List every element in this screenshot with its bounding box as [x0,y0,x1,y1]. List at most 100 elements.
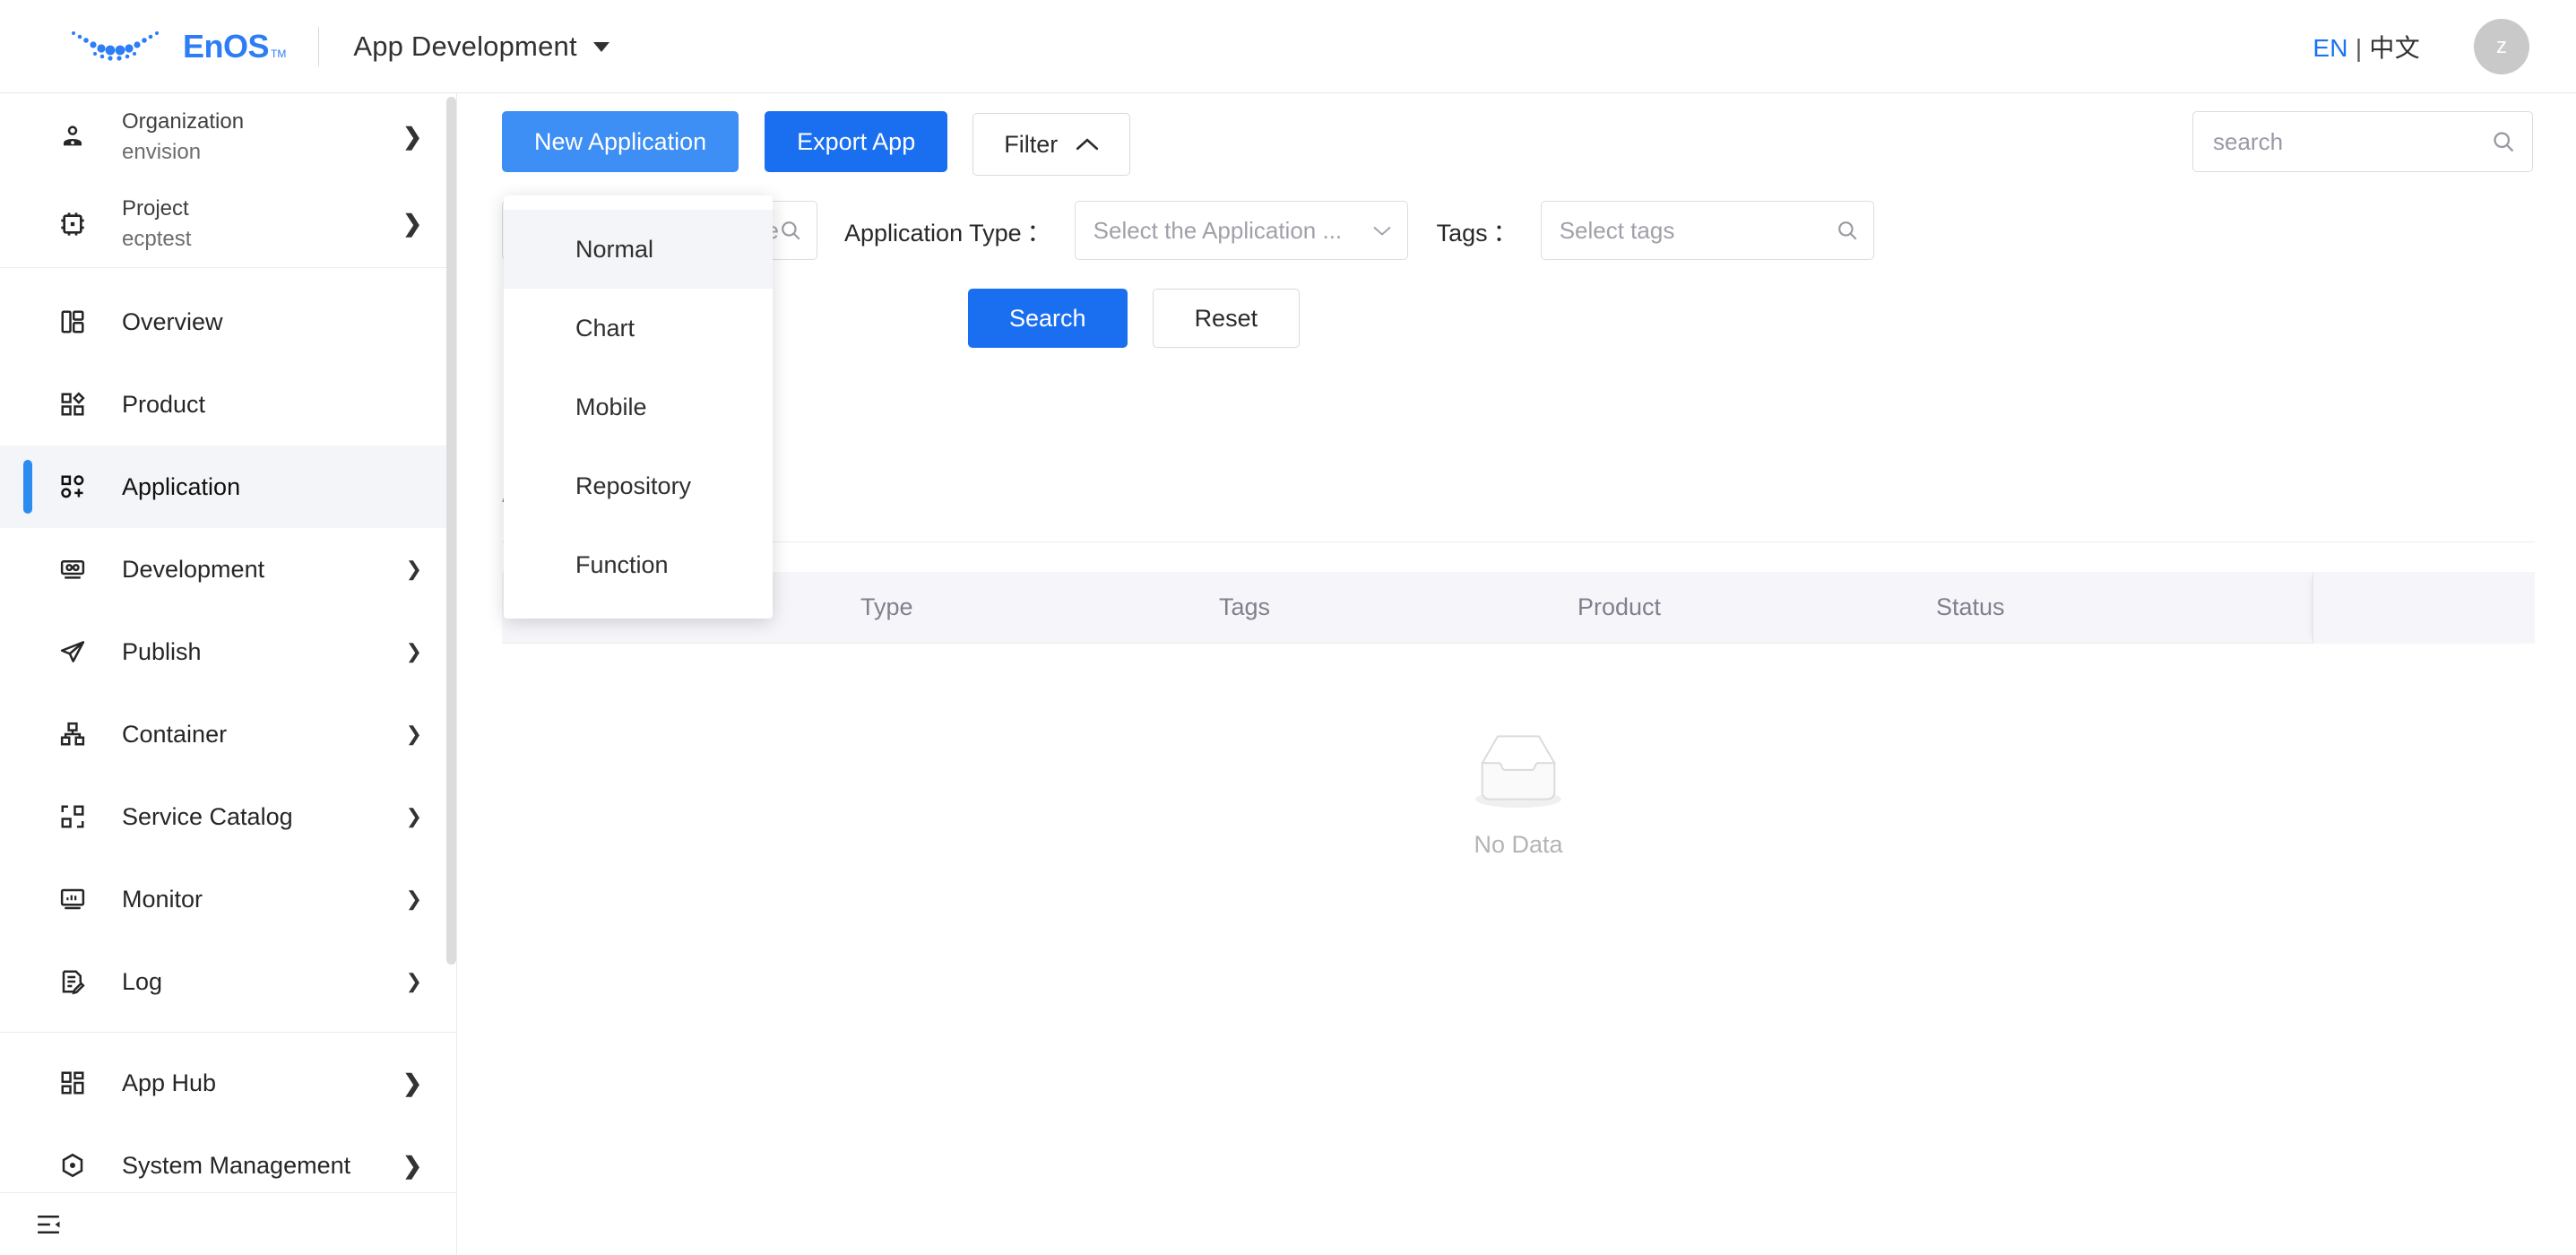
trademark-icon: TM [271,47,287,60]
menu-item-function[interactable]: Function [504,525,773,604]
empty-state-text: No Data [1474,830,1563,858]
application-toolbar: New Application Export App Filter [502,111,1131,176]
chevron-down-icon[interactable] [1371,223,1393,238]
reset-button[interactable]: Reset [1152,289,1301,348]
application-icon [56,473,90,500]
tags-label: Tags： [1437,213,1521,248]
main-content: New Application Export App Filter search… [458,93,2576,1255]
tags-label-text: Tags [1436,219,1488,247]
sidebar-item-label: Product [122,390,206,418]
tags-select[interactable]: Select tags [1540,201,1874,260]
sidebar-item-service-catalog[interactable]: Service Catalog ❯ [0,775,456,858]
filter-panel: Please enter the product name Applicatio… [502,194,2535,463]
filter-button[interactable]: Filter [972,113,1131,176]
chevron-down-icon: ❯ [405,805,422,827]
language-switcher[interactable]: EN | 中文 [2312,29,2420,65]
sidebar-item-development[interactable]: Development ❯ [0,528,456,610]
avatar-initial: z [2496,33,2507,58]
column-header-action [2312,571,2535,644]
sidebar-item-overview[interactable]: Overview [0,281,456,363]
dashboard-icon [56,308,90,335]
sidebar-item-label: Application [122,472,241,500]
log-icon [56,968,90,995]
sidebar-organization-selector[interactable]: Organization envision ❯ [0,93,456,180]
product-icon [56,391,90,418]
column-header-tags: Tags [1219,593,1271,620]
menu-item-chart[interactable]: Chart [504,289,773,368]
chevron-right-icon: ❯ [402,123,422,150]
chevron-right-icon: ❯ [402,1069,422,1096]
app-switcher[interactable]: App Development [353,30,610,63]
sidebar-item-label: App Hub [122,1069,217,1096]
sidebar: Organization envision ❯ Project ecptest … [0,93,457,1255]
menu-item-normal[interactable]: Normal [504,210,773,289]
avatar[interactable]: z [2474,18,2529,74]
menu-item-repository[interactable]: Repository [504,446,773,525]
sidebar-item-label: Monitor [122,885,203,913]
search-input[interactable]: search [2213,128,2491,156]
chevron-right-icon: ❯ [402,210,422,237]
sidebar-item-label: Development [122,555,265,583]
sidebar-scrollbar[interactable] [446,97,456,965]
export-app-button[interactable]: Export App [765,111,948,172]
filter-button-label: Filter [1004,130,1059,158]
new-application-dropdown: Normal Chart Mobile Repository Function [504,195,773,619]
tags-colon: ： [1492,219,1517,247]
menu-item-mobile[interactable]: Mobile [504,368,773,446]
enos-logo-mark [72,30,159,61]
top-header: EnOS TM App Development EN | 中文 z [0,0,2576,93]
application-type-label: Application Type： [844,213,1055,248]
chevron-down-icon: ❯ [405,970,422,992]
sidebar-item-label: Container [122,720,228,748]
search-icon[interactable] [779,219,802,242]
publish-icon [56,638,90,665]
sidebar-item-monitor[interactable]: Monitor ❯ [0,858,456,940]
search-icon[interactable] [2491,129,2516,154]
sidebar-item-label: Publish [122,637,202,665]
chevron-up-icon [1076,137,1099,151]
tags-placeholder: Select tags [1559,216,1675,244]
monitor-icon [56,886,90,913]
container-icon [56,721,90,748]
header-divider [318,26,320,66]
service-catalog-icon [56,803,90,830]
language-en[interactable]: EN [2312,34,2348,62]
application-type-select[interactable]: Select the Application ... [1074,201,1408,260]
page-title: App Development [353,30,577,62]
applications-table: Name Type Tags Product Status No Data [502,571,2535,939]
sidebar-item-log[interactable]: Log ❯ [0,940,456,1023]
sidebar-project-label: Project [122,196,189,221]
app-hub-icon [56,1069,90,1096]
sidebar-item-publish[interactable]: Publish ❯ [0,610,456,693]
filter-actions-row: Search Reset [968,289,1301,348]
user-icon [56,123,90,151]
sidebar-context-group: Organization envision ❯ Project ecptest … [0,93,456,268]
language-zh[interactable]: 中文 [2369,34,2420,62]
empty-box-icon [1463,725,1574,811]
search-icon[interactable] [1836,219,1859,242]
application-type-colon: ： [1026,219,1051,247]
system-management-icon [56,1152,90,1179]
sidebar-item-application[interactable]: Application [0,446,456,528]
enos-logo-text: EnOS [183,27,270,65]
chevron-down-icon: ❯ [405,640,422,662]
sidebar-item-product[interactable]: Product [0,363,456,446]
search-button[interactable]: Search [968,289,1128,348]
sidebar-project-selector[interactable]: Project ecptest ❯ [0,180,456,267]
column-header-product: Product [1578,593,1662,620]
sidebar-collapse-bar[interactable] [0,1192,456,1255]
sidebar-item-label: Log [122,967,163,995]
enos-logo[interactable]: EnOS TM [68,26,286,67]
section-divider [502,541,2535,542]
chevron-down-icon: ❯ [405,887,422,910]
sidebar-item-label: System Management [122,1151,351,1179]
sidebar-item-container[interactable]: Container ❯ [0,693,456,775]
language-separator: | [2355,33,2363,62]
sidebar-item-label: Service Catalog [122,802,293,830]
sidebar-item-app-hub[interactable]: App Hub ❯ [0,1042,456,1124]
chip-icon [56,210,90,238]
search-box[interactable]: search [2192,111,2533,172]
chevron-right-icon: ❯ [402,1151,422,1179]
new-application-button[interactable]: New Application [502,111,739,172]
collapse-sidebar-icon[interactable] [34,1211,63,1238]
